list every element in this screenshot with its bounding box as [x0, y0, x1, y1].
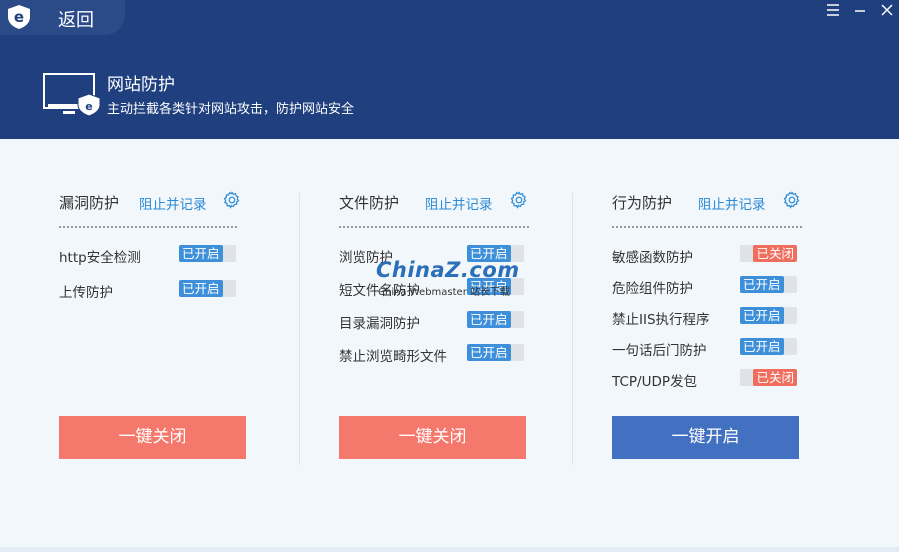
menu-icon[interactable] [822, 2, 844, 24]
watermark-logo: ChinaZ.com China Webmaster 站长下载 [376, 258, 521, 298]
status-toggle[interactable]: 已关闭 [740, 245, 797, 262]
item-label: 禁止IIS执行程序 [612, 312, 710, 328]
status-toggle[interactable]: 已开启 [740, 338, 797, 355]
monitor-shield-icon: e [43, 73, 101, 117]
app-logo-icon: e [8, 5, 30, 29]
gear-icon[interactable] [510, 191, 528, 209]
status-toggle[interactable]: 已开启 [467, 344, 524, 361]
dotted-divider [339, 226, 529, 228]
panel-title: 文件防护 [339, 194, 400, 212]
item-label: 敏感函数防护 [612, 250, 693, 266]
item-label: 危险组件防护 [612, 281, 693, 297]
status-toggle[interactable]: 已开启 [740, 276, 797, 293]
status-toggle[interactable]: 已开启 [179, 245, 236, 262]
item-label: 一句话后门防护 [612, 343, 707, 359]
item-label: 上传防护 [59, 285, 113, 301]
status-badge: 已开启 [740, 276, 784, 293]
status-badge: 已开启 [467, 311, 511, 328]
item-label: 目录漏洞防护 [339, 316, 420, 332]
status-badge: 已开启 [179, 280, 223, 297]
status-badge: 已开启 [467, 344, 511, 361]
back-label[interactable]: 返回 [58, 6, 94, 32]
status-toggle[interactable]: 已开启 [179, 280, 236, 297]
page-subtitle: 主动拦截各类针对网站攻击，防护网站安全 [107, 102, 355, 117]
mode-link[interactable]: 阻止并记录 [698, 193, 766, 213]
status-badge: 已关闭 [753, 369, 797, 386]
page-title: 网站防护 [107, 75, 175, 95]
panel-title: 行为防护 [612, 194, 673, 212]
gear-icon[interactable] [783, 191, 801, 209]
column-divider [572, 193, 573, 465]
panel-title: 漏洞防护 [59, 194, 120, 212]
back-button[interactable]: e 返回 [0, 0, 125, 35]
item-label: http安全检测 [59, 250, 141, 266]
dotted-divider [612, 226, 802, 228]
svg-text:e: e [14, 8, 24, 26]
close-icon[interactable] [876, 2, 898, 24]
item-label: TCP/UDP发包 [612, 374, 697, 390]
minimize-icon[interactable] [849, 2, 871, 24]
status-badge: 已开启 [740, 307, 784, 324]
enable-all-button[interactable]: 一键开启 [612, 416, 799, 459]
mode-link[interactable]: 阻止并记录 [139, 193, 207, 213]
disable-all-button[interactable]: 一键关闭 [339, 416, 526, 459]
status-badge: 已开启 [740, 338, 784, 355]
svg-text:e: e [85, 100, 92, 113]
watermark-sub: China Webmaster 站长下载 [378, 287, 510, 298]
bottom-bar [0, 547, 899, 552]
watermark-main: ChinaZ.com [376, 258, 520, 282]
dotted-divider [59, 226, 237, 228]
header-banner: e 返回 e 网站防护 主动拦截各类针对网站攻击，防护网站安全 [0, 0, 899, 139]
status-toggle[interactable]: 已关闭 [740, 369, 797, 386]
status-toggle[interactable]: 已开启 [740, 307, 797, 324]
item-label: 禁止浏览畸形文件 [339, 349, 447, 365]
status-toggle[interactable]: 已开启 [467, 311, 524, 328]
disable-all-button[interactable]: 一键关闭 [59, 416, 246, 459]
gear-icon[interactable] [223, 191, 241, 209]
status-badge: 已开启 [179, 245, 223, 262]
column-divider [299, 193, 300, 465]
mode-link[interactable]: 阻止并记录 [425, 193, 493, 213]
status-badge: 已关闭 [753, 245, 797, 262]
